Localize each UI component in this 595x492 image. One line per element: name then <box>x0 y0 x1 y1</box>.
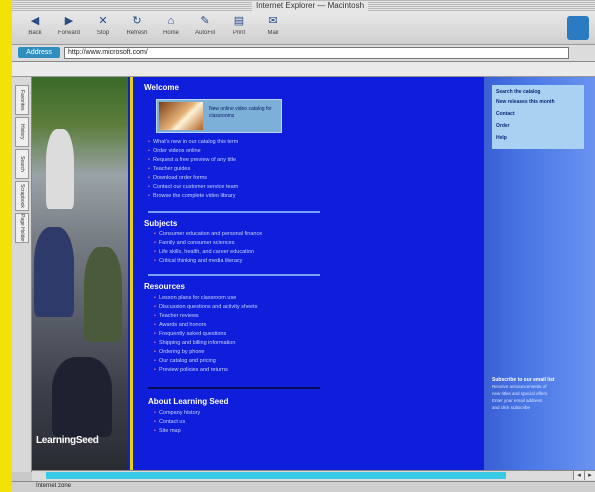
mail-button[interactable]: ✉ Mail <box>256 15 290 41</box>
list-item[interactable]: • Contact us <box>154 419 185 425</box>
window-title: Internet Explorer — Macintosh <box>252 1 369 11</box>
scroll-left-icon[interactable]: ◂ <box>573 471 584 480</box>
autofill-icon: ✎ <box>200 15 210 27</box>
mail-icon: ✉ <box>268 15 278 27</box>
back-arrow-icon: ◀ <box>30 15 40 27</box>
list-item[interactable]: • Awards and honors <box>154 322 206 328</box>
list-item[interactable]: • Critical thinking and media literacy <box>154 258 242 264</box>
address-label: Address <box>18 47 60 58</box>
back-button[interactable]: ◀ Back <box>18 15 52 41</box>
list-item[interactable]: • Preview policies and returns <box>154 367 228 373</box>
scroll-right-icon[interactable]: ▸ <box>584 471 595 480</box>
list-item[interactable]: • Teacher guides <box>148 166 190 172</box>
list-item[interactable]: • Lesson plans for classroom use <box>154 295 236 301</box>
list-item[interactable]: • Order videos online <box>148 148 201 154</box>
page-viewport: LearningSeed Welcome New online video ca… <box>32 77 595 470</box>
quick-link[interactable]: Help <box>496 135 507 141</box>
refresh-icon: ↻ <box>132 15 142 27</box>
feature-banner[interactable]: New online video catalog for classrooms <box>156 99 282 133</box>
url-input[interactable]: http://www.microsoft.com/ <box>64 47 569 59</box>
section-title: Resources <box>144 282 185 291</box>
explorer-bar-tabs: Favorites History Search Scrapbook Page … <box>12 77 32 472</box>
favorites-bar <box>12 62 595 77</box>
list-item[interactable]: • Download order forms <box>148 175 207 181</box>
list-item[interactable]: • Browse the complete video library <box>148 193 235 199</box>
list-item[interactable]: • Family and consumer sciences <box>154 240 234 246</box>
quick-link[interactable]: Contact <box>496 111 515 117</box>
quick-links-panel: Search the catalog New releases this mon… <box>492 85 584 149</box>
tab-page-holder[interactable]: Page Holder <box>15 213 29 243</box>
title-bar[interactable]: Internet Explorer — Macintosh <box>12 0 595 12</box>
section-rule <box>148 387 320 389</box>
list-item[interactable]: • Ordering by phone <box>154 349 205 355</box>
scroll-thumb[interactable] <box>46 472 506 479</box>
divider <box>130 77 133 470</box>
feature-image <box>159 102 203 130</box>
newsletter-box: Subscribe to our email list Receive anno… <box>492 377 555 410</box>
right-column: Search the catalog New releases this mon… <box>484 77 595 470</box>
tab-search[interactable]: Search <box>15 149 29 179</box>
list-item[interactable]: • Life skills, health, and career educati… <box>154 249 254 255</box>
list-item[interactable]: • Frequently asked questions <box>154 331 226 337</box>
forward-button[interactable]: ▶ Forward <box>52 15 86 41</box>
students-photo: LearningSeed <box>32 77 128 470</box>
main-content: Welcome New online video catalog for cla… <box>144 77 424 470</box>
tab-favorites[interactable]: Favorites <box>15 85 29 115</box>
list-item[interactable]: • Shipping and billing information <box>154 340 235 346</box>
list-item[interactable]: • Request a free preview of any title <box>148 157 236 163</box>
home-button[interactable]: ⌂ Home <box>154 15 188 41</box>
status-bar: Internet zone <box>12 481 595 492</box>
list-item[interactable]: • Our catalog and pricing <box>154 358 216 364</box>
browser-logo-icon <box>567 16 589 40</box>
forward-arrow-icon: ▶ <box>64 15 74 27</box>
section-title: Subjects <box>144 219 178 228</box>
list-item[interactable]: • Site map <box>154 428 181 434</box>
quick-link[interactable]: New releases this month <box>496 99 555 105</box>
list-item[interactable]: • Contact our customer service team <box>148 184 238 190</box>
print-icon: ▤ <box>233 15 245 27</box>
list-item[interactable]: • Consumer education and personal finance <box>154 231 262 237</box>
address-bar: Address http://www.microsoft.com/ <box>12 45 595 62</box>
section-rule <box>148 274 320 276</box>
home-icon: ⌂ <box>167 15 175 27</box>
tab-history[interactable]: History <box>15 117 29 147</box>
site-logo[interactable]: LearningSeed <box>36 435 99 446</box>
status-text: Internet zone <box>36 483 72 489</box>
autofill-button[interactable]: ✎ AutoFill <box>188 15 222 41</box>
quick-link[interactable]: Search the catalog <box>496 89 540 95</box>
browser-toolbar: ◀ Back ▶ Forward ✕ Stop ↻ Refresh ⌂ Home… <box>12 12 595 45</box>
section-title: About Learning Seed <box>148 397 229 406</box>
quick-link[interactable]: Order <box>496 123 510 129</box>
list-item[interactable]: • What's new in our catalog this term <box>148 139 238 145</box>
horizontal-scrollbar[interactable]: ◂ ▸ <box>32 470 595 481</box>
section-rule <box>148 211 320 213</box>
browser-window: Internet Explorer — Macintosh ◀ Back ▶ F… <box>12 0 595 492</box>
list-item[interactable]: • Discussion questions and activity sheet… <box>154 304 257 310</box>
print-button[interactable]: ▤ Print <box>222 15 256 41</box>
stop-icon: ✕ <box>98 15 108 27</box>
list-item[interactable]: • Company history <box>154 410 200 416</box>
stop-button[interactable]: ✕ Stop <box>86 15 120 41</box>
refresh-button[interactable]: ↻ Refresh <box>120 15 154 41</box>
list-item[interactable]: • Teacher reviews <box>154 313 199 319</box>
tab-scrapbook[interactable]: Scrapbook <box>15 181 29 211</box>
section-title: Welcome <box>144 83 179 92</box>
